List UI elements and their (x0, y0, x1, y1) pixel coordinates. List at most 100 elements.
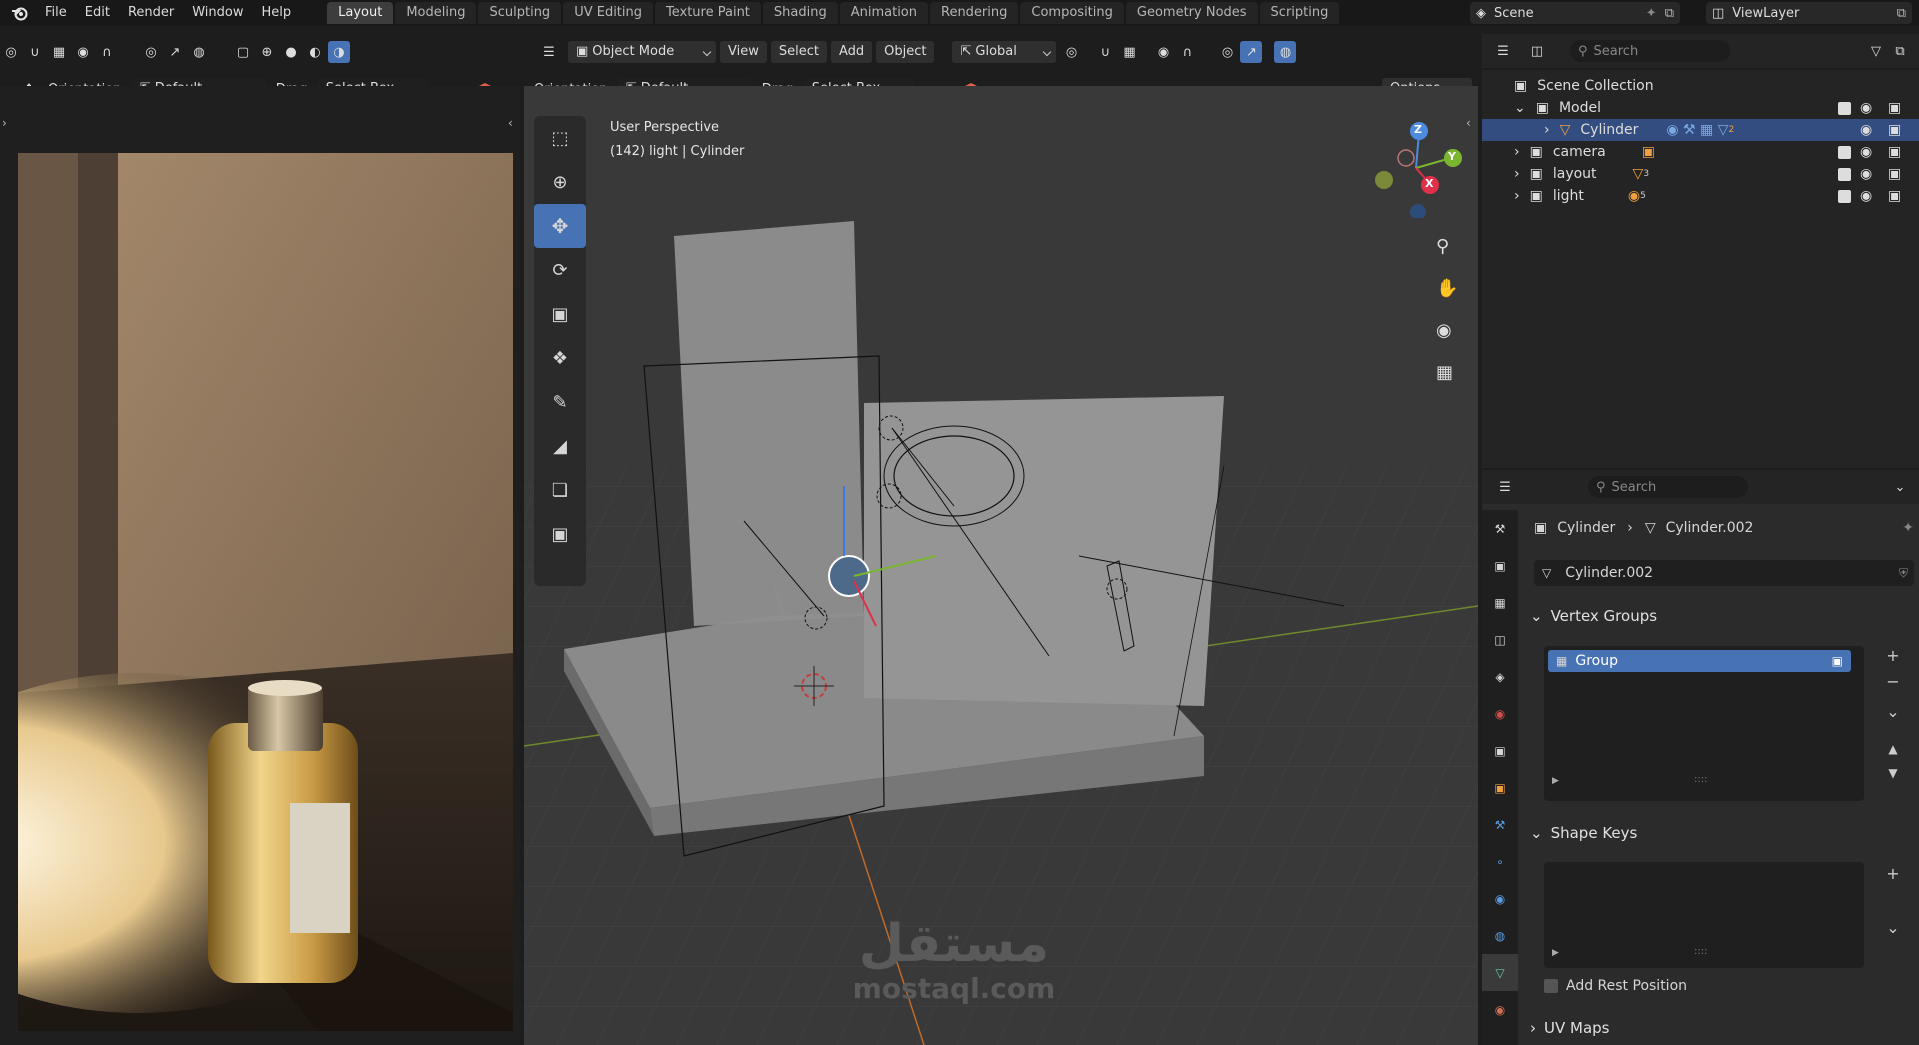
filter-icon[interactable]: ▽ (1865, 40, 1887, 62)
display-mode-icon[interactable]: ◫ (1526, 40, 1548, 62)
wireframe-shading-icon[interactable]: ⊕ (256, 41, 278, 63)
tool-tab[interactable]: ⚒ (1482, 510, 1518, 547)
menu-edit[interactable]: Edit (76, 0, 119, 26)
menu-select[interactable]: Select (770, 41, 827, 63)
camera-render-icon[interactable]: ▣ (1888, 188, 1901, 204)
new-scene-icon[interactable]: ⧉ (1665, 6, 1674, 21)
add-object-tool[interactable]: ▣ (534, 512, 586, 556)
outliner-editor-icon[interactable]: ☰ (1492, 40, 1514, 62)
tab-texture-paint[interactable]: Texture Paint (655, 2, 761, 24)
fake-user-shield-icon[interactable]: ⛨ (1899, 566, 1908, 581)
uv-maps-header[interactable]: › UV Maps (1530, 1015, 1609, 1041)
menu-view[interactable]: View (720, 41, 767, 63)
show-gizmo-icon[interactable]: ↗ (1240, 41, 1263, 63)
menu-object[interactable]: Object (876, 41, 935, 63)
add-shape-key-button[interactable]: + (1882, 862, 1904, 884)
eye-icon[interactable]: ◉ (1860, 166, 1872, 182)
outliner-item-layout[interactable]: › ▣ layout ▽ 3 ◉ ▣ (1482, 163, 1919, 185)
collection-tab[interactable]: ▣ (1482, 732, 1518, 769)
tab-animation[interactable]: Animation (839, 2, 928, 24)
shape-keys-header[interactable]: ⌄ Shape Keys (1530, 820, 1637, 846)
transform-orientation-dropdown[interactable]: ⇱ Global (952, 41, 1057, 63)
outliner-scene-collection[interactable]: ▣ Scene Collection (1482, 75, 1919, 97)
tab-rendering[interactable]: Rendering (930, 2, 1019, 24)
cursor-tool[interactable]: ⊕ (534, 160, 586, 204)
menu-file[interactable]: File (36, 0, 76, 26)
list-expand-icon[interactable]: ▶ (1552, 776, 1559, 786)
vertex-group-item[interactable]: ▦ Group ▣ (1548, 650, 1851, 672)
select-box-tool[interactable]: ⬚ (534, 116, 586, 160)
rotate-tool[interactable]: ⟳ (534, 248, 586, 292)
expand-left-icon[interactable]: › (2, 116, 7, 130)
particles-tab[interactable]: ∘ (1482, 843, 1518, 880)
falloff-icon[interactable]: ∩ (96, 41, 118, 63)
camera-render-icon[interactable]: ▣ (1888, 144, 1901, 160)
tab-scripting[interactable]: Scripting (1259, 2, 1340, 24)
tab-modeling[interactable]: Modeling (395, 2, 477, 24)
pin-icon[interactable]: ✦ (1902, 520, 1914, 536)
new-collection-icon[interactable]: ⧉ (1889, 40, 1911, 62)
outliner-item-light[interactable]: › ▣ light ◉ 5 ◉ ▣ (1482, 185, 1919, 207)
expand-right-icon[interactable]: › (1544, 122, 1550, 138)
list-expand-icon[interactable]: ▶ (1552, 948, 1559, 958)
tab-sculpting[interactable]: Sculpting (478, 2, 562, 24)
pivot-point-icon[interactable]: ◎ (1060, 41, 1082, 63)
outliner-item-camera[interactable]: › ▣ camera ▣ ◉ ▣ (1482, 141, 1919, 163)
properties-search[interactable]: ⚲ Search (1588, 476, 1748, 498)
material-shading-icon[interactable]: ◐ (304, 41, 326, 63)
3d-viewport[interactable]: User Perspective (142) light | Cylinder … (524, 86, 1478, 1045)
eye-icon[interactable]: ◉ (1860, 100, 1872, 116)
editor-type-icon[interactable]: ☰ (538, 41, 560, 63)
expand-right-icon[interactable]: › (1514, 188, 1520, 204)
list-resize-handle-icon[interactable]: :::: (1694, 946, 1707, 957)
snapping-icon[interactable]: ∪ (1094, 41, 1116, 63)
add-cube-tool[interactable]: ❏ (534, 468, 586, 512)
lock-icon[interactable]: ▣ (1832, 654, 1843, 668)
tab-shading[interactable]: Shading (762, 2, 838, 24)
mode-dropdown[interactable]: ▣ Object Mode (568, 41, 716, 63)
camera-render-icon[interactable]: ▣ (1888, 122, 1901, 138)
mesh-datablock-selector[interactable]: ▽ Cylinder.002 ⛨ (1534, 560, 1914, 586)
modifier-tab[interactable]: ⚒ (1482, 806, 1518, 843)
tab-uv-editing[interactable]: UV Editing (563, 2, 654, 24)
zoom-icon[interactable]: ⚲ (1436, 236, 1449, 257)
snap-increment-icon[interactable]: ▦ (1118, 41, 1140, 63)
expand-right-icon[interactable]: › (1514, 166, 1520, 182)
output-tab[interactable]: ▦ (1482, 584, 1518, 621)
falloff-curve-icon[interactable]: ∩ (1176, 41, 1198, 63)
snap-target-icon[interactable]: ▦ (48, 41, 70, 63)
add-vertex-group-button[interactable]: + (1882, 644, 1904, 666)
move-up-icon[interactable]: ▲ (1882, 738, 1904, 760)
menu-help[interactable]: Help (253, 0, 301, 26)
eye-icon[interactable]: ◉ (1860, 188, 1872, 204)
shape-key-specials-icon[interactable]: ⌄ (1882, 916, 1904, 938)
measure-tool[interactable]: ◢ (534, 424, 586, 468)
vertex-group-specials-icon[interactable]: ⌄ (1882, 700, 1904, 722)
add-rest-position-row[interactable]: Add Rest Position (1544, 978, 1687, 994)
camera-view-icon[interactable]: ◉ (1436, 320, 1452, 341)
proportional-icon[interactable]: ◉ (1152, 41, 1174, 63)
outliner-item-cylinder[interactable]: › ▽ Cylinder ◉ ⚒ ▦ ▽ 2 ◉ ▣ (1482, 119, 1919, 141)
sidebar-toggle-icon[interactable]: ‹ (1466, 116, 1471, 130)
menu-render[interactable]: Render (119, 0, 183, 26)
render-tab[interactable]: ▣ (1482, 547, 1518, 584)
pan-hand-icon[interactable]: ✋ (1436, 278, 1458, 299)
gizmo-icon[interactable]: ↗ (164, 41, 186, 63)
remove-vertex-group-button[interactable]: − (1882, 670, 1904, 692)
move-tool[interactable]: ✥ (534, 204, 586, 248)
tab-compositing[interactable]: Compositing (1020, 2, 1124, 24)
properties-options-icon[interactable]: ⌄ (1889, 476, 1911, 498)
expand-down-icon[interactable]: ⌄ (1514, 100, 1526, 116)
eye-icon[interactable]: ◉ (1860, 144, 1872, 160)
visibility-icon[interactable]: ◎ (140, 41, 162, 63)
solid-shading-icon[interactable]: ● (280, 41, 302, 63)
vertex-groups-header[interactable]: ⌄ Vertex Groups (1530, 603, 1657, 629)
scene-tab[interactable]: ◈ (1482, 658, 1518, 695)
expand-right-icon[interactable]: › (1514, 144, 1520, 160)
list-resize-handle-icon[interactable]: :::: (1694, 774, 1707, 785)
navigation-gizmo[interactable]: Z Y X (1356, 118, 1464, 220)
data-tab[interactable]: ▽ (1482, 954, 1518, 991)
physics-tab[interactable]: ◉ (1482, 880, 1518, 917)
object-visibility-icon[interactable]: ◎ (1216, 41, 1238, 63)
world-tab[interactable]: ◉ (1482, 695, 1518, 732)
